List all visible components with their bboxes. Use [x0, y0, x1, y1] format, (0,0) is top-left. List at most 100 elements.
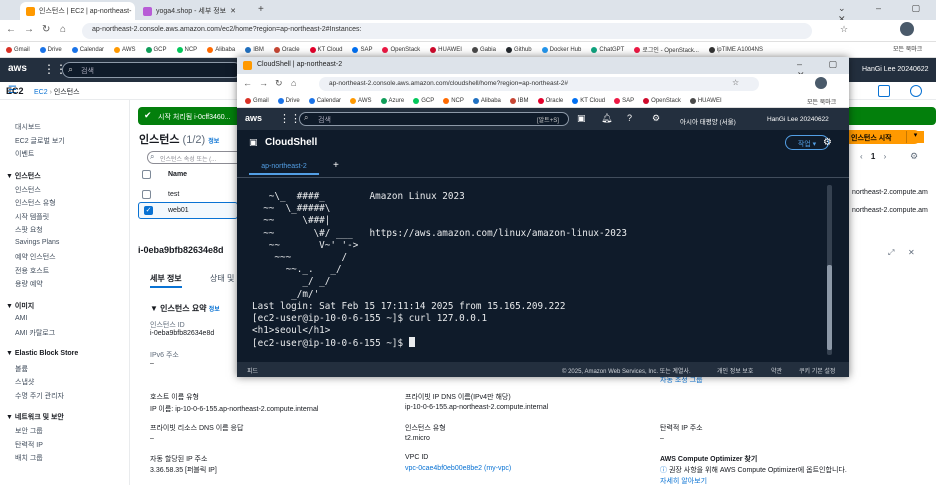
- bookmark-item[interactable]: IBM: [509, 96, 529, 105]
- tab-status[interactable]: 상태 및: [210, 273, 234, 284]
- close-icon[interactable]: ✕: [230, 7, 236, 15]
- bookmark-item[interactable]: Drive: [39, 45, 62, 54]
- sidebar-item[interactable]: 인스턴스: [15, 185, 41, 195]
- add-session-icon[interactable]: +: [333, 160, 339, 171]
- privacy-link[interactable]: 개인 정보 보호: [717, 366, 753, 375]
- reload-icon[interactable]: ↻: [275, 78, 283, 89]
- search-input[interactable]: 검색: [299, 112, 569, 126]
- next-page-icon[interactable]: ›: [884, 152, 887, 161]
- bookmark-item[interactable]: Oracle: [273, 45, 300, 54]
- sidebar-item[interactable]: 보안 그룹: [15, 426, 43, 436]
- sidebar-item[interactable]: 스냅샷: [15, 377, 34, 387]
- bookmark-item[interactable]: Azure: [380, 96, 404, 105]
- bookmark-item[interactable]: SAP: [614, 96, 634, 105]
- region-selector[interactable]: 아시아 태평양 (서울): [680, 116, 736, 126]
- bookmark-item[interactable]: HUAWEI: [689, 96, 722, 105]
- terminal-output[interactable]: ~\_ ####_ Amazon Linux 2023 ~~ \_#####\ …: [252, 191, 627, 351]
- bookmark-item[interactable]: KT Cloud: [309, 45, 342, 54]
- all-bookmarks[interactable]: 모든 북마크: [893, 44, 922, 53]
- bookmark-item[interactable]: Drive: [277, 96, 300, 105]
- name-column-header[interactable]: Name: [168, 171, 187, 178]
- chevron-down-icon[interactable]: ▾: [906, 131, 924, 143]
- prev-page-icon[interactable]: ‹: [860, 152, 863, 161]
- table-settings-icon[interactable]: ⚙: [910, 151, 918, 162]
- user-menu[interactable]: HanGi Lee 20240622: [862, 66, 929, 73]
- bookmark-item[interactable]: OpenStack: [643, 96, 681, 105]
- row-name[interactable]: test: [168, 191, 179, 198]
- profile-avatar[interactable]: [815, 77, 827, 89]
- bookmark-item[interactable]: Gmail: [245, 96, 269, 105]
- aws-logo[interactable]: aws: [245, 113, 262, 123]
- star-icon[interactable]: ☆: [732, 78, 739, 87]
- home-icon[interactable]: ⌂: [60, 24, 66, 35]
- aws-logo[interactable]: aws: [8, 63, 27, 74]
- bookmark-item[interactable]: Calendar: [71, 45, 104, 54]
- sidebar-item[interactable]: 전용 호스트: [15, 266, 49, 276]
- star-icon[interactable]: ☆: [840, 24, 848, 35]
- bookmark-item[interactable]: GCP: [145, 45, 167, 54]
- reload-icon[interactable]: ↻: [42, 24, 50, 35]
- profile-avatar[interactable]: [900, 22, 914, 39]
- search-input[interactable]: 검색: [62, 62, 242, 78]
- sidebar-item[interactable]: 볼륨: [15, 364, 28, 374]
- bookmark-item[interactable]: Calendar: [308, 96, 341, 105]
- bookmark-item[interactable]: OpenStack: [382, 45, 420, 54]
- expand-icon[interactable]: ⤢: [888, 248, 894, 258]
- bookmark-item[interactable]: Docker Hub: [541, 45, 581, 54]
- help-icon[interactable]: ?: [627, 113, 632, 123]
- bookmark-item[interactable]: 로그인 - OpenStack...: [634, 45, 699, 54]
- sidebar-item[interactable]: 용량 예약: [15, 279, 43, 289]
- page-number[interactable]: 1: [871, 152, 875, 161]
- session-tab[interactable]: ap-northeast-2: [249, 159, 319, 175]
- back-icon[interactable]: ←: [6, 24, 16, 35]
- home-icon[interactable]: ⌂: [291, 78, 296, 88]
- info-link[interactable]: 정보: [209, 307, 220, 313]
- caret-down-icon[interactable]: ▼: [150, 304, 158, 313]
- forward-icon[interactable]: →: [259, 78, 268, 88]
- popup-url-input[interactable]: ap-northeast-2.console.aws.amazon.com/cl…: [319, 77, 759, 91]
- terms-link[interactable]: 약관: [771, 366, 782, 375]
- bookmark-item[interactable]: Gmail: [6, 45, 30, 54]
- sidebar-item[interactable]: 대시보드: [15, 122, 41, 132]
- sidebar-item[interactable]: 이벤트: [15, 149, 34, 159]
- new-tab-icon[interactable]: +: [258, 4, 264, 15]
- tab-details[interactable]: 세부 정보: [150, 273, 182, 288]
- sidebar-item[interactable]: 시작 템플릿: [15, 212, 49, 222]
- sidebar-section-header[interactable]: ▼ 인스턴스: [6, 171, 41, 181]
- bookmark-item[interactable]: KT Cloud: [572, 96, 605, 105]
- back-icon[interactable]: ←: [243, 78, 252, 88]
- breadcrumb-ec2[interactable]: EC2: [34, 89, 48, 96]
- vpc-id-link[interactable]: vpc-0cae4bf0eb00e8be2 (my-vpc): [405, 465, 511, 472]
- sidebar-item[interactable]: 스팟 요청: [15, 225, 43, 235]
- cookie-link[interactable]: 쿠키 기본 설정: [799, 366, 835, 375]
- sidebar-item[interactable]: AMI 카탈로그: [15, 328, 55, 338]
- scrollbar-thumb[interactable]: [827, 265, 832, 350]
- settings-icon[interactable]: ⚙: [823, 137, 832, 148]
- bookmark-item[interactable]: Gabia: [471, 45, 496, 54]
- sidebar-item[interactable]: AMI: [15, 315, 27, 322]
- row-checkbox[interactable]: [142, 190, 151, 199]
- row-name[interactable]: web01: [168, 207, 189, 214]
- bookmark-item[interactable]: ipTIME A1004NS: [708, 45, 763, 54]
- sidebar-item[interactable]: 예약 인스턴스: [15, 252, 56, 262]
- bookmark-item[interactable]: GCP: [413, 96, 434, 105]
- cloudshell-icon[interactable]: ▣: [577, 113, 586, 124]
- settings-icon[interactable]: [910, 85, 922, 97]
- browser-tab-yoga[interactable]: yoga4.shop - 세부 정보 ✕: [137, 2, 252, 20]
- browser-tab-ec2[interactable]: 인스턴스 | EC2 | ap-northeast- ✕: [20, 2, 135, 20]
- url-input[interactable]: ap-northeast-2.console.aws.amazon.com/ec…: [82, 23, 812, 39]
- scrollbar[interactable]: [827, 185, 832, 355]
- bookmark-item[interactable]: AWS: [350, 96, 372, 105]
- bookmark-item[interactable]: Github: [505, 45, 532, 54]
- sidebar-section-header[interactable]: ▼ 네트워크 및 보안: [6, 412, 64, 422]
- bell-icon[interactable]: 🔔︎: [601, 113, 612, 124]
- panel-toggle-icon[interactable]: [878, 85, 890, 97]
- bookmark-item[interactable]: Alibaba: [207, 45, 235, 54]
- close-icon[interactable]: ✕: [908, 248, 915, 257]
- info-link[interactable]: 정보: [208, 139, 219, 145]
- sidebar-item[interactable]: Savings Plans: [15, 239, 59, 246]
- bookmark-item[interactable]: NCP: [443, 96, 464, 105]
- bookmark-item[interactable]: HUAWEI: [430, 45, 462, 54]
- bookmark-item[interactable]: AWS: [114, 45, 136, 54]
- bookmark-item[interactable]: Alibaba: [472, 96, 501, 105]
